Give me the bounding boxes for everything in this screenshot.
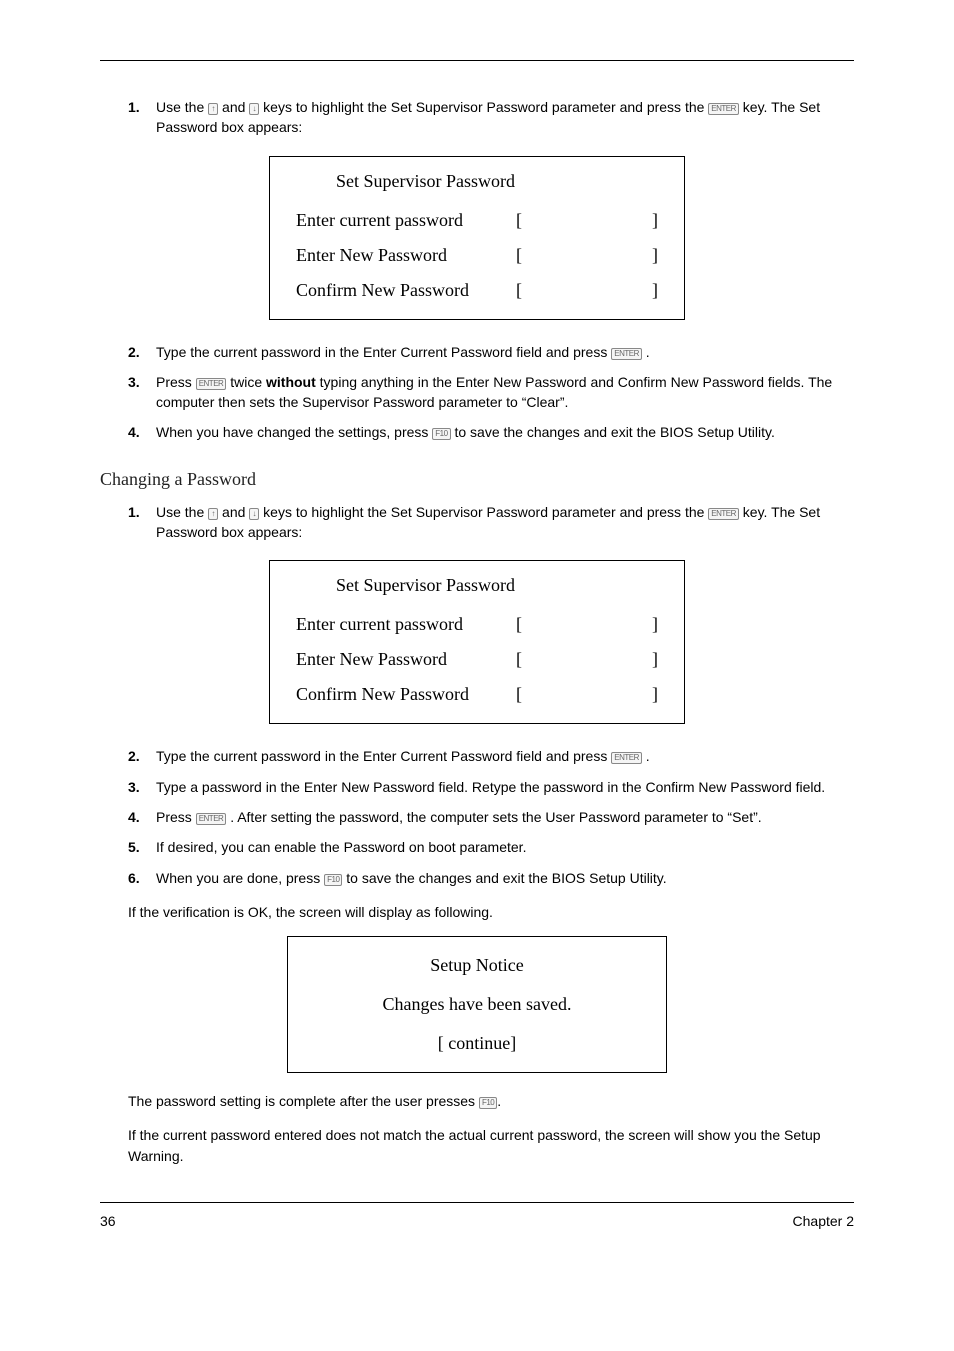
step-number: 1.	[128, 97, 140, 117]
bold-text: without	[266, 374, 316, 390]
notice-continue: [ continue]	[308, 1033, 646, 1054]
step-number: 2.	[128, 746, 140, 766]
password-row-field: []	[516, 614, 658, 635]
bracket-open: [	[516, 614, 522, 635]
step-item: 6.When you are done, press F10 to save t…	[128, 868, 854, 888]
bracket-open: [	[516, 649, 522, 670]
password-row-field: []	[516, 280, 658, 301]
section2-steps: 1.Use the ↑ and ↓ keys to highlight the …	[100, 502, 854, 543]
f10-key-icon: F10	[324, 874, 342, 886]
password-row-label: Enter current password	[296, 210, 516, 231]
password-row: Confirm New Password[]	[296, 280, 658, 301]
step-item: 3.Press ENTER twice without typing anyth…	[128, 372, 854, 413]
password-row: Enter current password[]	[296, 210, 658, 231]
step-item: 2.Type the current password in the Enter…	[128, 746, 854, 766]
step-number: 3.	[128, 372, 140, 392]
bracket-close: ]	[652, 684, 658, 705]
page-number: 36	[100, 1213, 116, 1229]
set-password-box: Set Supervisor Password Enter current pa…	[269, 156, 685, 320]
bracket-close: ]	[652, 649, 658, 670]
step-item: 4.When you have changed the settings, pr…	[128, 422, 854, 442]
set-password-box-2: Set Supervisor Password Enter current pa…	[269, 560, 685, 724]
down-key-icon: ↓	[249, 508, 259, 520]
step-number: 2.	[128, 342, 140, 362]
enter-key-icon: ENTER	[611, 348, 642, 360]
page-footer: 36 Chapter 2	[100, 1213, 854, 1229]
step-number: 6.	[128, 868, 140, 888]
password-box-title: Set Supervisor Password	[296, 171, 658, 192]
password-row: Enter New Password[]	[296, 649, 658, 670]
notice-message: Changes have been saved.	[308, 994, 646, 1015]
step-number: 3.	[128, 777, 140, 797]
bottom-rule	[100, 1202, 854, 1203]
notice-title: Setup Notice	[308, 955, 646, 976]
step-number: 4.	[128, 807, 140, 827]
section1-steps-after: 2.Type the current password in the Enter…	[100, 342, 854, 443]
bracket-open: [	[516, 245, 522, 266]
f10-key-icon: F10	[479, 1097, 497, 1109]
step-item: 5.If desired, you can enable the Passwor…	[128, 837, 854, 857]
f10-key-icon: F10	[432, 428, 450, 440]
password-row-field: []	[516, 649, 658, 670]
password-row: Enter New Password[]	[296, 245, 658, 266]
step-number: 5.	[128, 837, 140, 857]
password-row-field: []	[516, 245, 658, 266]
step-item: 3.Type a password in the Enter New Passw…	[128, 777, 854, 797]
setup-notice-box: Setup Notice Changes have been saved. [ …	[287, 936, 667, 1073]
password-row: Enter current password[]	[296, 614, 658, 635]
bracket-close: ]	[652, 280, 658, 301]
after-notice-2: If the current password entered does not…	[128, 1125, 854, 1166]
up-key-icon: ↑	[208, 508, 218, 520]
changing-password-heading: Changing a Password	[100, 469, 854, 490]
verification-ok-text: If the verification is OK, the screen wi…	[128, 902, 854, 922]
enter-key-icon: ENTER	[708, 103, 739, 115]
bracket-open: [	[516, 210, 522, 231]
bracket-open: [	[516, 684, 522, 705]
enter-key-icon: ENTER	[708, 508, 739, 520]
step-number: 1.	[128, 502, 140, 522]
password-row-label: Confirm New Password	[296, 684, 516, 705]
bracket-close: ]	[652, 210, 658, 231]
password-box-title-2: Set Supervisor Password	[296, 575, 658, 596]
password-row: Confirm New Password[]	[296, 684, 658, 705]
step-item: 1.Use the ↑ and ↓ keys to highlight the …	[128, 97, 854, 138]
step-item: 2.Type the current password in the Enter…	[128, 342, 854, 362]
step-number: 4.	[128, 422, 140, 442]
enter-key-icon: ENTER	[611, 752, 642, 764]
bracket-open: [	[516, 280, 522, 301]
step-item: 4.Press ENTER . After setting the passwo…	[128, 807, 854, 827]
top-rule	[100, 60, 854, 61]
bracket-close: ]	[652, 614, 658, 635]
password-row-label: Enter current password	[296, 614, 516, 635]
step-item: 1.Use the ↑ and ↓ keys to highlight the …	[128, 502, 854, 543]
password-row-field: []	[516, 210, 658, 231]
password-row-label: Enter New Password	[296, 649, 516, 670]
password-row-field: []	[516, 684, 658, 705]
section2-steps-after: 2.Type the current password in the Enter…	[100, 746, 854, 887]
section1-steps: 1.Use the ↑ and ↓ keys to highlight the …	[100, 97, 854, 138]
password-row-label: Enter New Password	[296, 245, 516, 266]
down-key-icon: ↓	[249, 103, 259, 115]
up-key-icon: ↑	[208, 103, 218, 115]
enter-key-icon: ENTER	[196, 378, 227, 390]
enter-key-icon: ENTER	[196, 813, 227, 825]
after-notice-1: The password setting is complete after t…	[128, 1091, 854, 1111]
password-row-label: Confirm New Password	[296, 280, 516, 301]
bracket-close: ]	[652, 245, 658, 266]
chapter-label: Chapter 2	[793, 1213, 854, 1229]
